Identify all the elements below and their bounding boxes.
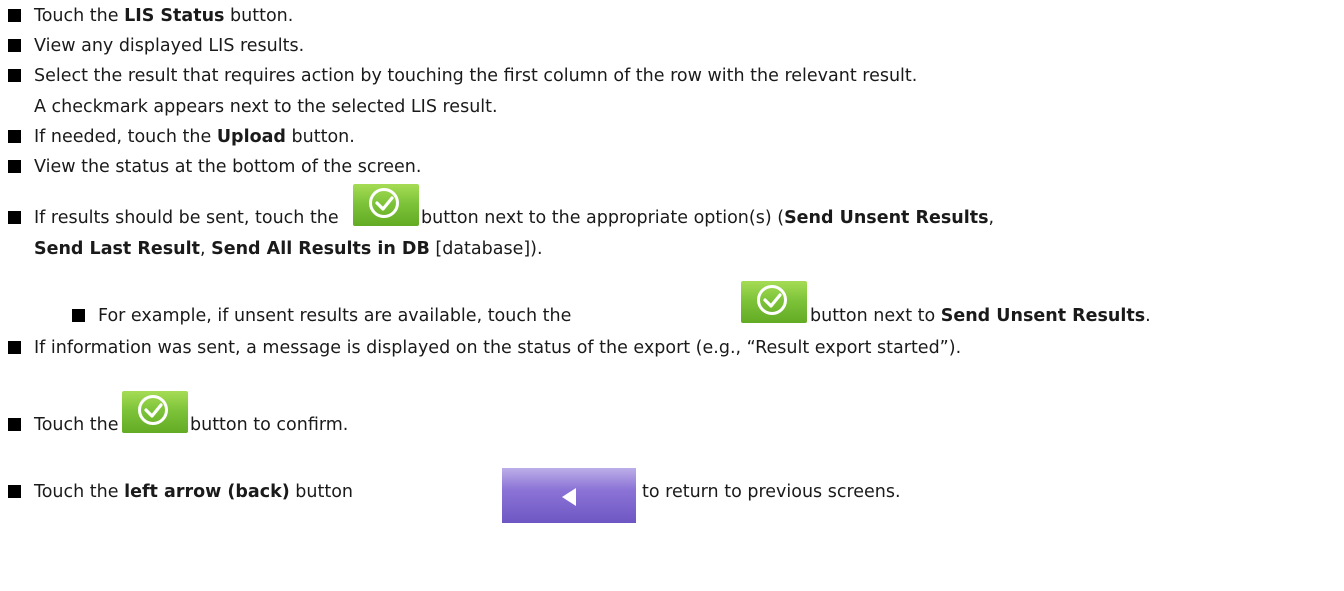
bullet (8, 39, 21, 52)
step-9: Touch the left arrow (back) button (34, 481, 353, 503)
step-9-tail: to return to previous screens. (642, 481, 901, 503)
bullet (8, 160, 21, 173)
step-text: View the status at the bottom of the scr… (34, 157, 422, 177)
step-bold-label: LIS Status (124, 6, 225, 26)
step-6a: For example, if unsent results are avail… (98, 305, 571, 327)
step-text: If needed, touch the (34, 127, 217, 147)
step-5: View the status at the bottom of the scr… (34, 156, 421, 178)
step-text: button next to (810, 306, 941, 326)
step-6a-tail: button next to Send Unsent Results. (810, 305, 1151, 327)
step-text: View any displayed LIS results. (34, 36, 305, 56)
step-text: to return to previous screens. (642, 482, 901, 502)
option-send-unsent-results: Send Unsent Results (940, 306, 1146, 326)
step-text: button next to the appropriate option(s)… (421, 208, 785, 228)
step-3: Select the result that requires action b… (34, 65, 917, 87)
checkmark-icon (763, 293, 782, 308)
bullet (8, 418, 21, 431)
option-send-last-result: Send Last Result (34, 239, 200, 259)
step-text: button. (224, 6, 294, 26)
bullet (8, 211, 21, 224)
checkmark-icon (144, 403, 163, 418)
step-text: [database]). (429, 239, 543, 259)
step-7: If information was sent, a message is di… (34, 337, 961, 359)
step-6-tail: button next to the appropriate option(s)… (421, 207, 994, 229)
step-text: , (988, 208, 995, 228)
bullet (8, 69, 21, 82)
step-6: If results should be sent, touch the (34, 207, 339, 229)
step-text: Select the result that requires action b… (34, 66, 918, 86)
step-text: A checkmark appears next to the selected… (34, 97, 498, 117)
confirm-button[interactable] (741, 281, 807, 323)
step-4: If needed, touch the Upload button. (34, 126, 355, 148)
step-8: Touch the (34, 414, 119, 436)
step-2: View any displayed LIS results. (34, 35, 304, 57)
step-text: , (199, 239, 212, 259)
step-text: button to confirm. (190, 415, 349, 435)
step-text: . (1145, 306, 1151, 326)
step-6-continuation: Send Last Result, Send All Results in DB… (34, 238, 543, 260)
step-text: button. (285, 127, 355, 147)
back-button[interactable] (502, 468, 636, 523)
confirm-button[interactable] (122, 391, 188, 433)
confirm-button[interactable] (353, 184, 419, 226)
bullet (8, 341, 21, 354)
bullet (8, 485, 21, 498)
step-bold-label: left arrow (back) (124, 482, 290, 502)
step-text: button (289, 482, 354, 502)
step-text: If information was sent, a message is di… (34, 338, 962, 358)
step-text: Touch the (34, 6, 125, 26)
step-3-continuation: A checkmark appears next to the selected… (34, 96, 498, 118)
step-text: Touch the (34, 415, 119, 435)
bullet (8, 9, 21, 22)
sub-bullet (72, 309, 85, 322)
step-1: Touch the LIS Status button. (34, 5, 293, 27)
left-arrow-icon (562, 488, 576, 506)
step-bold-label: Upload (216, 127, 286, 147)
checkmark-icon (375, 196, 394, 211)
step-text: Touch the (34, 482, 125, 502)
bullet (8, 130, 21, 143)
step-text: For example, if unsent results are avail… (98, 306, 572, 326)
option-send-unsent-results: Send Unsent Results (784, 208, 989, 228)
step-text: If results should be sent, touch the (34, 208, 339, 228)
step-8-tail: button to confirm. (190, 414, 348, 436)
option-send-all-results: Send All Results in DB (211, 239, 430, 259)
